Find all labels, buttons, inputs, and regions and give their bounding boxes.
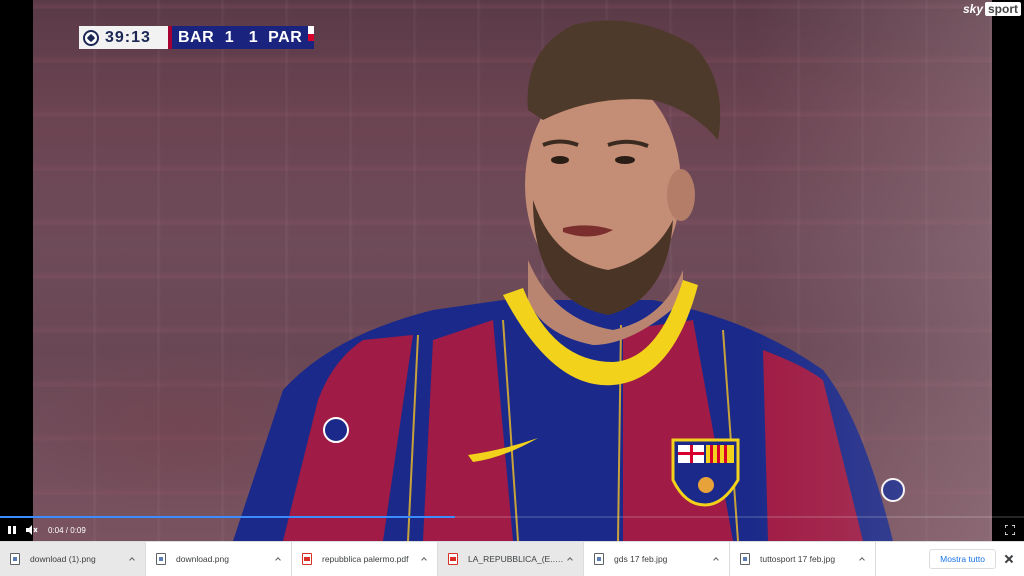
download-filename: download (1).png	[30, 554, 96, 564]
close-icon[interactable]	[1002, 552, 1016, 566]
download-filename: repubblica palermo.pdf	[322, 554, 409, 564]
away-team-name: PAR	[268, 28, 303, 46]
home-score: 1	[224, 28, 234, 46]
chevron-up-icon[interactable]	[273, 554, 283, 564]
file-icon	[10, 553, 20, 565]
logo-sport-text: sport	[985, 2, 1021, 16]
chevron-up-icon[interactable]	[419, 554, 429, 564]
download-item[interactable]: download.png	[146, 542, 292, 576]
pdf-file-icon	[448, 553, 458, 565]
score-line: BAR 1 1 PAR	[172, 26, 309, 49]
progress-fill	[0, 516, 455, 518]
file-icon	[156, 553, 166, 565]
download-shelf: download (1).png download.png repubblica…	[0, 541, 1024, 576]
time-readout: 0:04 / 0:09	[48, 525, 86, 535]
home-team-name: BAR	[178, 28, 215, 46]
pause-button[interactable]	[2, 520, 22, 540]
match-time: 39:13	[105, 28, 151, 46]
chevron-up-icon[interactable]	[127, 554, 137, 564]
chevron-up-icon[interactable]	[565, 554, 575, 564]
pause-icon	[8, 526, 16, 534]
download-item[interactable]: LA_REPUBBLICA_(E....pdf	[438, 542, 584, 576]
player-illustration	[233, 20, 905, 541]
video-player[interactable]: 39:13 BAR 1 1 PAR sky sport 0:04 / 0:09	[0, 0, 1024, 541]
file-icon	[594, 553, 604, 565]
away-score: 1	[248, 28, 258, 46]
fullscreen-button[interactable]	[1000, 520, 1020, 540]
match-clock: 39:13	[79, 26, 168, 49]
download-filename: tuttosport 17 feb.jpg	[760, 554, 836, 564]
video-frame	[33, 0, 992, 541]
download-filename: LA_REPUBBLICA_(E....pdf	[468, 554, 565, 564]
shelf-spacer	[876, 542, 929, 576]
show-all-button[interactable]: Mostra tutto	[929, 549, 996, 569]
download-item[interactable]: download (1).png	[0, 542, 146, 576]
chevron-up-icon[interactable]	[857, 554, 867, 564]
download-filename: download.png	[176, 554, 229, 564]
pdf-file-icon	[302, 553, 312, 565]
download-item[interactable]: repubblica palermo.pdf	[292, 542, 438, 576]
download-filename: gds 17 feb.jpg	[614, 554, 668, 564]
fullscreen-icon	[1005, 525, 1015, 535]
away-team-color	[308, 26, 315, 50]
logo-sky-text: sky	[962, 2, 983, 16]
chevron-up-icon[interactable]	[711, 554, 721, 564]
player-figure	[33, 0, 992, 541]
file-icon	[740, 553, 750, 565]
player-controls: 0:04 / 0:09	[0, 516, 1024, 541]
download-item[interactable]: tuttosport 17 feb.jpg	[730, 542, 876, 576]
progress-bar[interactable]	[0, 516, 1024, 518]
muted-speaker-icon	[26, 525, 38, 535]
football-icon	[83, 29, 99, 46]
mute-button[interactable]	[22, 520, 42, 540]
broadcaster-logo: sky sport	[963, 2, 1021, 16]
scoreboard: 39:13 BAR 1 1 PAR	[79, 26, 315, 50]
download-item[interactable]: gds 17 feb.jpg	[584, 542, 730, 576]
